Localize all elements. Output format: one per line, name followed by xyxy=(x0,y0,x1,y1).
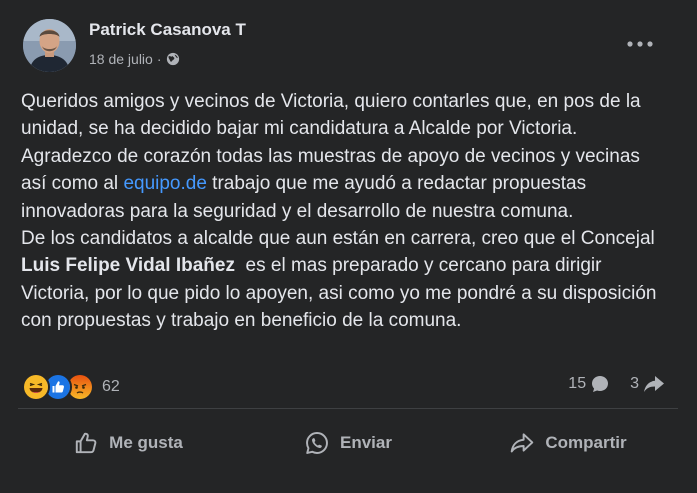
share-label: Compartir xyxy=(545,433,627,452)
post-paragraph: Queridos amigos y vecinos de Victoria, q… xyxy=(21,88,661,225)
post-date[interactable]: 18 de julio xyxy=(89,51,153,67)
like-label: Me gusta xyxy=(109,433,183,452)
whatsapp-icon xyxy=(306,432,328,454)
comments-count: 15 xyxy=(568,375,587,392)
reaction-count: 62 xyxy=(102,378,120,395)
shares-count: 3 xyxy=(630,375,639,392)
avatar[interactable] xyxy=(23,19,76,72)
haha-icon xyxy=(22,373,50,401)
mention-text: Luis Felipe Vidal Ibañez xyxy=(21,255,235,277)
post-card: Patrick Casanova T 18 de julio · Querido… xyxy=(0,0,697,493)
comments-count-button[interactable]: 15 xyxy=(568,374,610,394)
thumbs-up-icon xyxy=(75,432,97,454)
shares-count-button[interactable]: 3 xyxy=(630,374,665,394)
more-options-icon xyxy=(627,41,653,47)
post-paragraph: De los candidatos a alcalde que aun está… xyxy=(21,225,661,335)
author-name[interactable]: Patrick Casanova T xyxy=(89,20,246,40)
comment-icon xyxy=(592,376,609,392)
avatar-photo xyxy=(23,19,76,72)
send-button[interactable]: Enviar xyxy=(238,418,458,468)
reactions-summary[interactable]: 62 xyxy=(22,373,120,401)
share-icon xyxy=(644,376,664,392)
share-arrow-icon xyxy=(511,433,534,453)
action-bar: Me gusta Enviar Compartir xyxy=(18,418,678,468)
send-label: Enviar xyxy=(340,433,392,452)
post-link[interactable]: equipo.de xyxy=(123,173,206,194)
like-button[interactable]: Me gusta xyxy=(18,418,238,468)
meta-separator: · xyxy=(156,51,162,67)
globe-icon xyxy=(166,52,179,66)
post-stats: 15 3 xyxy=(568,374,665,394)
share-button[interactable]: Compartir xyxy=(458,418,678,468)
more-options-button[interactable] xyxy=(620,28,660,60)
post-text-segment: De los candidatos a alcalde que aun está… xyxy=(21,228,655,250)
post-meta: 18 de julio · xyxy=(89,51,180,67)
post-body: Queridos amigos y vecinos de Victoria, q… xyxy=(21,88,661,335)
divider xyxy=(18,408,678,409)
